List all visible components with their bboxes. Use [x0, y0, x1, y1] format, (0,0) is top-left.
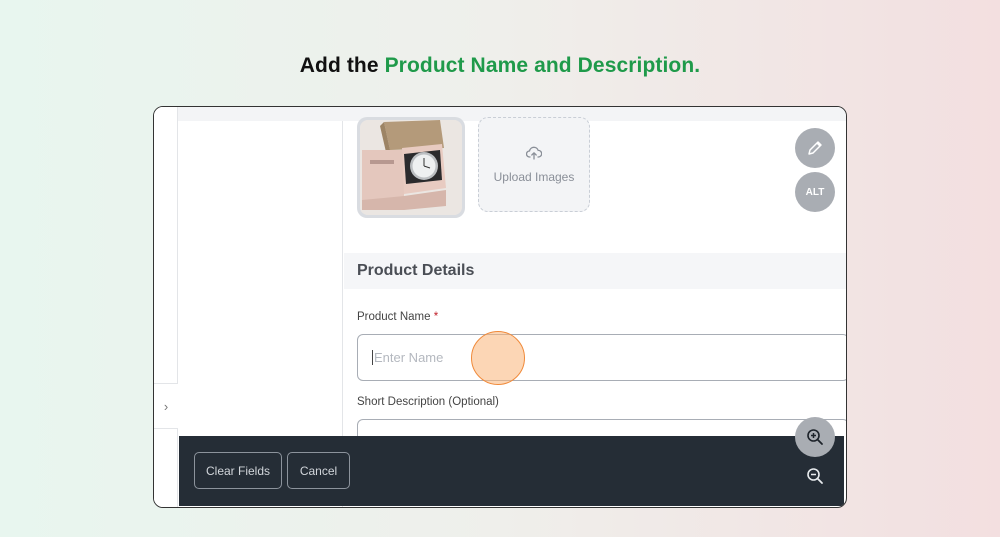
instruction-headline: Add the Product Name and Description.	[0, 54, 1000, 78]
headline-accent: Product Name and Description.	[384, 54, 701, 77]
zoom-in-icon	[807, 429, 823, 445]
required-asterisk: *	[433, 311, 439, 323]
cancel-button[interactable]: Cancel	[287, 452, 350, 489]
app-window: › Upload Images ALT Product Details Prod…	[153, 106, 847, 508]
cloud-upload-icon	[526, 146, 542, 160]
watch-box-image	[360, 120, 462, 215]
footer-action-bar: Clear Fields Cancel	[179, 436, 844, 506]
product-image-thumbnail[interactable]	[357, 117, 465, 218]
section-title-text: Product Details	[357, 262, 475, 279]
left-rail	[154, 107, 178, 507]
product-name-input[interactable]: Enter Name	[357, 334, 846, 381]
product-name-label-text: Product Name	[357, 311, 431, 323]
upload-label: Upload Images	[493, 169, 575, 184]
short-description-label-text: Short Description (Optional)	[357, 396, 499, 408]
rail-toggle-button[interactable]: ›	[154, 383, 178, 429]
short-description-label: Short Description (Optional)	[357, 396, 499, 408]
text-caret	[372, 350, 373, 365]
zoom-out-icon	[807, 468, 823, 484]
headline-prefix: Add the	[299, 54, 379, 77]
section-title: Product Details	[344, 253, 846, 289]
edit-image-button[interactable]	[795, 128, 835, 168]
chevron-right-icon: ›	[163, 398, 169, 414]
pencil-icon	[808, 141, 822, 155]
clear-fields-button[interactable]: Clear Fields	[194, 452, 282, 489]
upload-images-dropzone[interactable]: Upload Images	[478, 117, 590, 212]
clear-fields-label: Clear Fields	[205, 463, 271, 478]
zoom-out-button[interactable]	[795, 458, 835, 494]
alt-text-button[interactable]: ALT	[795, 172, 835, 212]
zoom-in-button[interactable]	[795, 419, 835, 455]
alt-label: ALT	[805, 186, 825, 198]
click-indicator	[471, 331, 525, 385]
product-name-placeholder: Enter Name	[374, 350, 444, 365]
product-name-label: Product Name *	[357, 311, 438, 323]
cancel-label: Cancel	[299, 463, 338, 478]
